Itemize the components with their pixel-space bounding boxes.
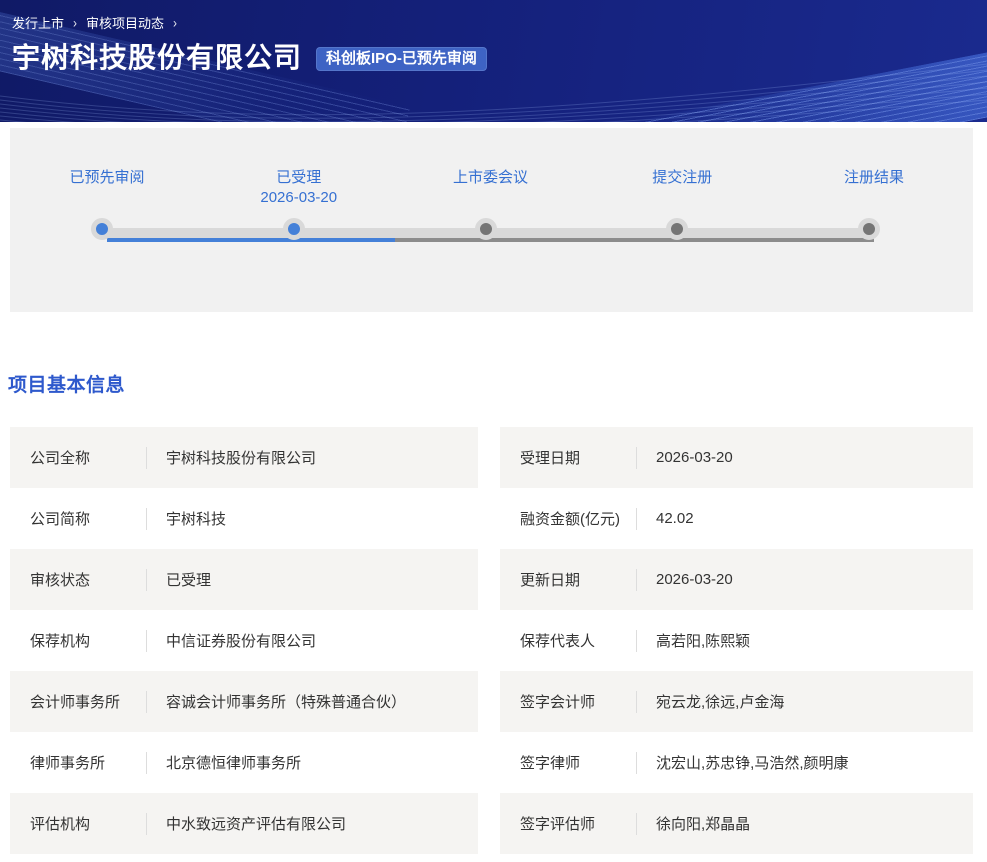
info-row: 受理日期2026-03-20: [500, 427, 973, 488]
info-table-right-column: 受理日期2026-03-20融资金额(亿元)42.02更新日期2026-03-2…: [500, 427, 973, 854]
info-row-label: 受理日期: [520, 447, 636, 468]
info-row: 签字评估师徐向阳,郑晶晶: [500, 793, 973, 854]
info-row: 签字会计师宛云龙,徐远,卢金海: [500, 671, 973, 732]
info-row-value: 北京德恒律师事务所: [147, 752, 301, 773]
timeline-step-label: 上市委会议: [406, 168, 576, 188]
info-row-value: 高若阳,陈熙颖: [637, 630, 750, 651]
info-row-value: 中信证券股份有限公司: [147, 630, 316, 651]
timeline-step: 已受理2026-03-20: [214, 168, 384, 208]
timeline-step-label: 提交注册: [597, 168, 767, 188]
breadcrumb-item-issue-listing[interactable]: 发行上市: [12, 13, 64, 32]
info-row-value: 已受理: [147, 569, 211, 590]
timeline-step-dot: [283, 218, 305, 240]
info-row: 律师事务所北京德恒律师事务所: [10, 732, 478, 793]
timeline-step-dot: [475, 218, 497, 240]
info-row-label: 签字律师: [520, 752, 636, 773]
info-row-value: 徐向阳,郑晶晶: [637, 813, 750, 834]
timeline-step-label: 注册结果: [789, 168, 959, 188]
info-row-label: 保荐代表人: [520, 630, 636, 651]
info-row-value: 宇树科技: [147, 508, 226, 529]
review-progress-timeline: 已预先审阅 已受理2026-03-20 上市委会议 提交注册 注册结果: [10, 128, 973, 312]
info-row-value: 宇树科技股份有限公司: [147, 447, 316, 468]
info-row: 保荐代表人高若阳,陈熙颖: [500, 610, 973, 671]
timeline-step: 提交注册: [597, 168, 767, 188]
info-row-value: 宛云龙,徐远,卢金海: [637, 691, 784, 712]
info-row-label: 融资金额(亿元): [520, 508, 636, 529]
chevron-right-icon: ›: [73, 14, 77, 30]
info-table-left-column: 公司全称宇树科技股份有限公司公司简称宇树科技审核状态已受理保荐机构中信证券股份有…: [10, 427, 478, 854]
timeline-step: 已预先审阅: [22, 168, 192, 188]
timeline-step-dot: [91, 218, 113, 240]
info-row-value: 中水致远资产评估有限公司: [147, 813, 346, 834]
info-row-label: 评估机构: [30, 813, 146, 834]
status-badge: 科创板IPO-已预先审阅: [316, 47, 487, 71]
info-row-value: 2026-03-20: [637, 571, 733, 588]
info-row-label: 更新日期: [520, 569, 636, 590]
timeline-step-label: 已受理: [214, 168, 384, 188]
info-row: 公司简称宇树科技: [10, 488, 478, 549]
info-row-label: 公司简称: [30, 508, 146, 529]
header-banner: 发行上市 › 审核项目动态 › 宇树科技股份有限公司 科创板IPO-已预先审阅: [0, 0, 987, 122]
title-row: 宇树科技股份有限公司 科创板IPO-已预先审阅: [12, 36, 487, 76]
info-row: 评估机构中水致远资产评估有限公司: [10, 793, 478, 854]
info-row: 保荐机构中信证券股份有限公司: [10, 610, 478, 671]
info-row-value: 2026-03-20: [637, 449, 733, 466]
info-row-label: 律师事务所: [30, 752, 146, 773]
chevron-right-icon: ›: [173, 14, 177, 30]
timeline-step: 上市委会议: [406, 168, 576, 188]
timeline-step-date: 2026-03-20: [214, 188, 384, 208]
timeline-line-active: [107, 238, 395, 242]
info-row-label: 公司全称: [30, 447, 146, 468]
info-row-label: 审核状态: [30, 569, 146, 590]
info-row: 公司全称宇树科技股份有限公司: [10, 427, 478, 488]
info-row-label: 签字会计师: [520, 691, 636, 712]
section-title-basic-info: 项目基本信息: [8, 370, 125, 397]
page-title: 宇树科技股份有限公司: [12, 36, 302, 76]
info-row: 签字律师沈宏山,苏忠铮,马浩然,颜明康: [500, 732, 973, 793]
info-row: 更新日期2026-03-20: [500, 549, 973, 610]
info-row-label: 签字评估师: [520, 813, 636, 834]
timeline-step-label: 已预先审阅: [22, 168, 192, 188]
info-row-label: 会计师事务所: [30, 691, 146, 712]
breadcrumb: 发行上市 › 审核项目动态 ›: [12, 13, 177, 32]
info-row-value: 42.02: [637, 510, 694, 527]
breadcrumb-item-review-project-news[interactable]: 审核项目动态: [86, 13, 164, 32]
info-row-label: 保荐机构: [30, 630, 146, 651]
info-row: 融资金额(亿元)42.02: [500, 488, 973, 549]
info-row-value: 容诚会计师事务所（特殊普通合伙）: [147, 691, 406, 712]
ipo-project-page: 发行上市 › 审核项目动态 › 宇树科技股份有限公司 科创板IPO-已预先审阅 …: [0, 0, 987, 862]
info-row-value: 沈宏山,苏忠铮,马浩然,颜明康: [637, 752, 849, 773]
timeline-step: 注册结果: [789, 168, 959, 188]
info-row: 会计师事务所容诚会计师事务所（特殊普通合伙）: [10, 671, 478, 732]
timeline-step-dot: [858, 218, 880, 240]
info-row: 审核状态已受理: [10, 549, 478, 610]
